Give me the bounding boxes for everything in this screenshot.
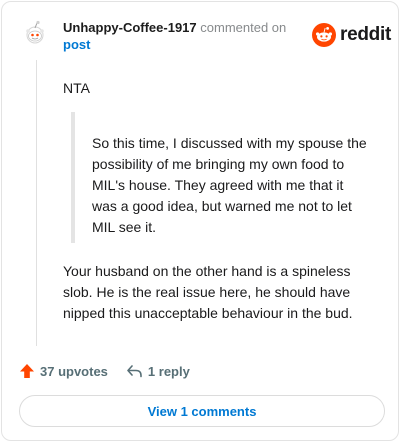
snoo-avatar-icon[interactable] xyxy=(21,18,49,46)
reply-count: 1 reply xyxy=(147,363,190,379)
comment-card: Unhappy-Coffee-1917 commented on post re… xyxy=(1,1,399,441)
reply-arrow-icon xyxy=(127,365,142,378)
reply-button[interactable]: 1 reply xyxy=(126,363,190,379)
post-link[interactable]: post xyxy=(63,36,90,53)
upvote-button[interactable]: 37 upvotes xyxy=(19,363,108,379)
action-text: commented on xyxy=(200,20,287,35)
thread-line[interactable] xyxy=(36,60,37,346)
author-name[interactable]: Unhappy-Coffee-1917 xyxy=(63,20,197,35)
blockquote-text: So this time, I discussed with my spouse… xyxy=(92,135,367,235)
upvote-arrow-icon xyxy=(20,364,34,378)
upvote-count: 37 upvotes xyxy=(40,363,108,379)
blockquote-bar xyxy=(71,112,75,243)
reddit-logo-icon xyxy=(312,23,336,47)
view-comments-button[interactable]: View 1 comments xyxy=(19,395,385,427)
comment-actions: 37 upvotes 1 reply xyxy=(19,360,190,382)
comment-text-second: Your husband on the other hand is a spin… xyxy=(63,263,353,321)
comment-text-first: NTA xyxy=(63,80,90,96)
reddit-wordmark: reddit xyxy=(340,24,391,45)
comment-header: Unhappy-Coffee-1917 commented on xyxy=(63,19,308,36)
reddit-logo[interactable]: reddit xyxy=(312,22,391,48)
